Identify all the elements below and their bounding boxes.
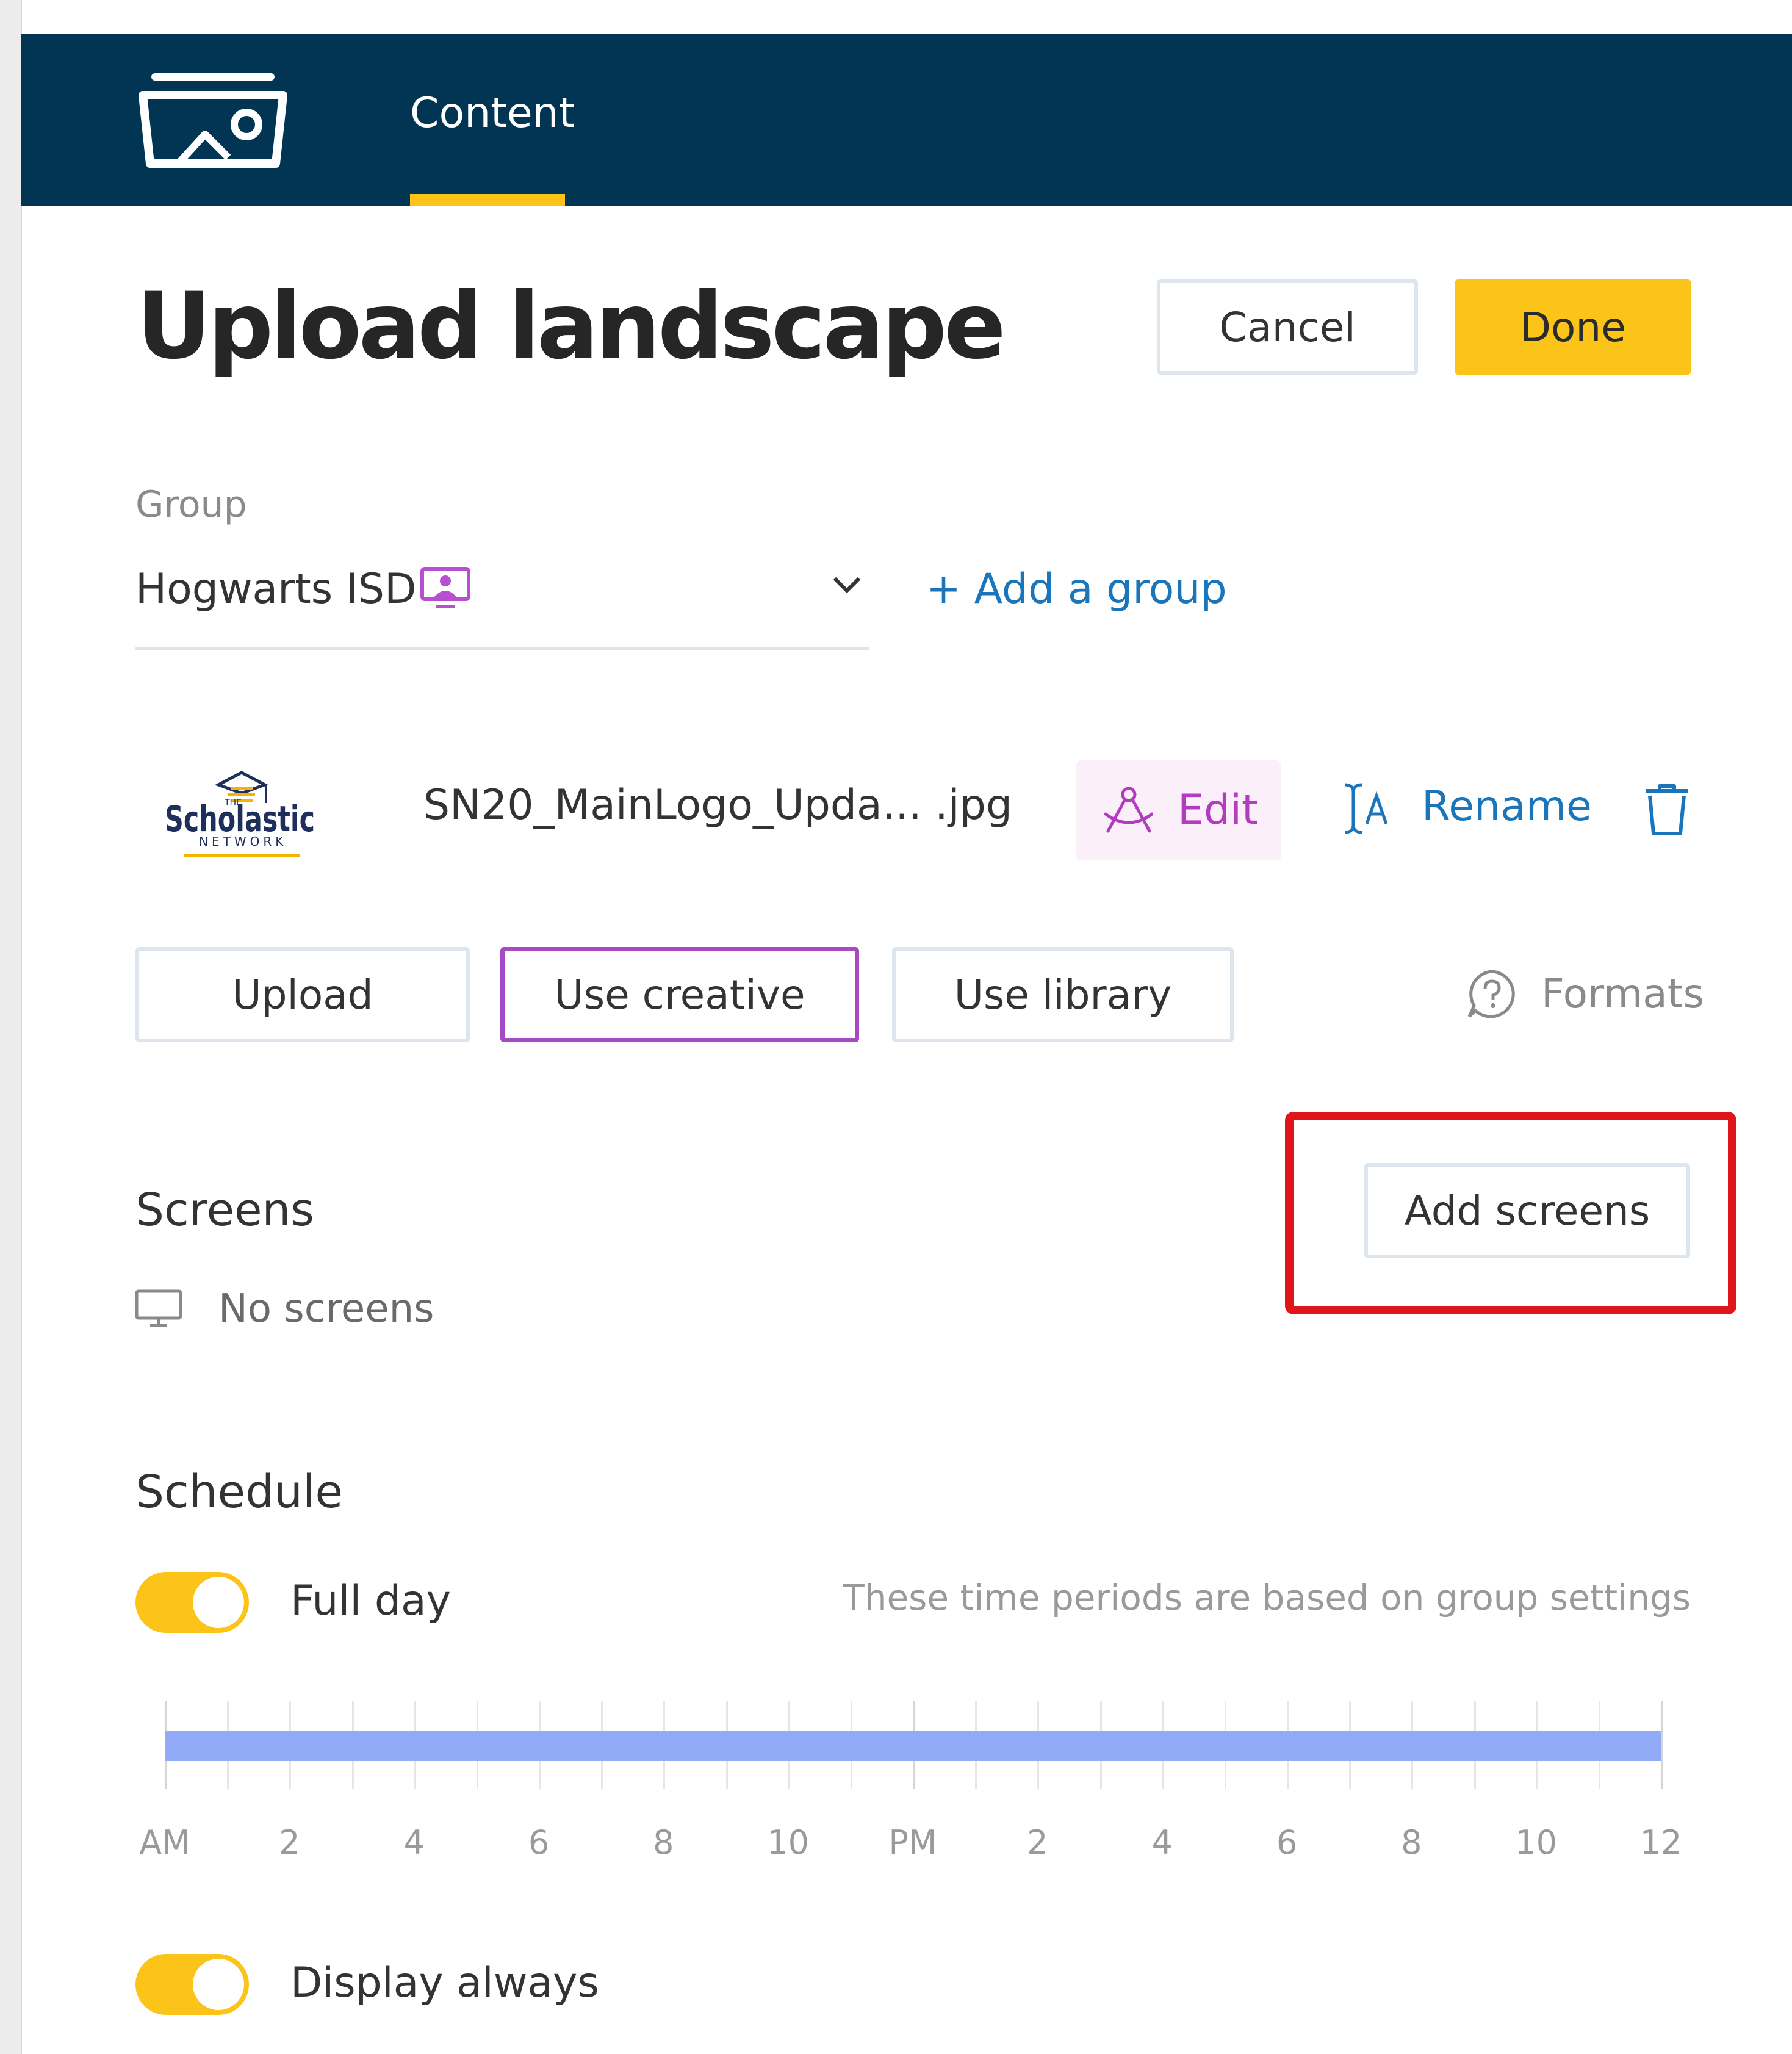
active-tab-indicator [410, 194, 565, 206]
timeline-label: 10 [1515, 1823, 1558, 1862]
timeline-label: 4 [403, 1823, 425, 1862]
use-creative-button[interactable]: Use creative [500, 947, 859, 1042]
group-label: Group [135, 483, 247, 526]
use-library-button[interactable]: Use library [892, 947, 1234, 1042]
timeline-label: 4 [1151, 1823, 1173, 1862]
timeline-active-bar[interactable] [165, 1731, 1661, 1761]
screen-group-icon [420, 567, 470, 608]
app-logo-icon[interactable] [137, 66, 289, 173]
file-name: SN20_MainLogo_Upda... .jpg [423, 781, 1013, 829]
timeline-label: 2 [279, 1823, 300, 1862]
formats-link[interactable]: Formats [1541, 970, 1704, 1017]
cancel-button[interactable]: Cancel [1157, 279, 1418, 375]
monitor-icon [135, 1289, 182, 1327]
upload-button[interactable]: Upload [135, 947, 470, 1042]
group-select-value: Hogwarts ISD [135, 565, 417, 613]
page-title: Upload landscape [137, 273, 1006, 380]
schedule-timeline[interactable] [165, 1701, 1663, 1789]
schedule-heading: Schedule [135, 1466, 344, 1518]
group-select[interactable]: Hogwarts ISD [135, 549, 869, 650]
no-screens-text: No screens [218, 1286, 434, 1331]
full-day-label: Full day [290, 1577, 451, 1625]
display-always-label: Display always [290, 1959, 599, 2007]
timeline-tick [1661, 1701, 1663, 1789]
rename-button[interactable]: Rename [1422, 782, 1592, 831]
edit-label: Edit [1178, 786, 1258, 834]
done-button[interactable]: Done [1455, 279, 1691, 375]
toggle-knob [193, 1577, 244, 1628]
trash-icon[interactable] [1643, 782, 1691, 837]
add-screens-button[interactable]: Add screens [1364, 1163, 1690, 1258]
timeline-label: 10 [767, 1823, 810, 1862]
top-nav-bar: Content [21, 34, 1792, 206]
help-circle-icon[interactable] [1466, 968, 1518, 1020]
screens-heading: Screens [135, 1184, 314, 1236]
timeline-labels: AM 2 4 6 8 10 PM 2 4 6 8 10 12 [139, 1823, 1682, 1872]
rename-icon[interactable] [1340, 781, 1392, 836]
edit-creative-icon [1104, 787, 1153, 833]
timeline-label: 6 [528, 1823, 550, 1862]
timeline-label: 2 [1027, 1823, 1048, 1862]
file-thumbnail: THE Scholastic NETWORK [165, 771, 315, 857]
full-day-toggle[interactable] [135, 1572, 249, 1633]
add-group-link[interactable]: + Add a group [926, 565, 1227, 613]
timeline-label: PM [888, 1823, 937, 1862]
timeline-label: AM [139, 1823, 190, 1862]
schedule-hint: These time periods are based on group se… [843, 1577, 1691, 1618]
timeline-label: 12 [1639, 1823, 1682, 1862]
toggle-knob [193, 1959, 244, 2010]
tab-content[interactable]: Content [410, 89, 575, 137]
timeline-label: 6 [1276, 1823, 1298, 1862]
thumb-brand: Scholastic [165, 798, 315, 840]
display-always-toggle[interactable] [135, 1954, 249, 2015]
timeline-label: 8 [653, 1823, 674, 1862]
edit-button[interactable]: Edit [1076, 760, 1281, 860]
page-edge [0, 0, 22, 2054]
thumb-sub: NETWORK [199, 834, 287, 849]
timeline-label: 8 [1401, 1823, 1422, 1862]
chevron-down-icon [833, 577, 861, 594]
